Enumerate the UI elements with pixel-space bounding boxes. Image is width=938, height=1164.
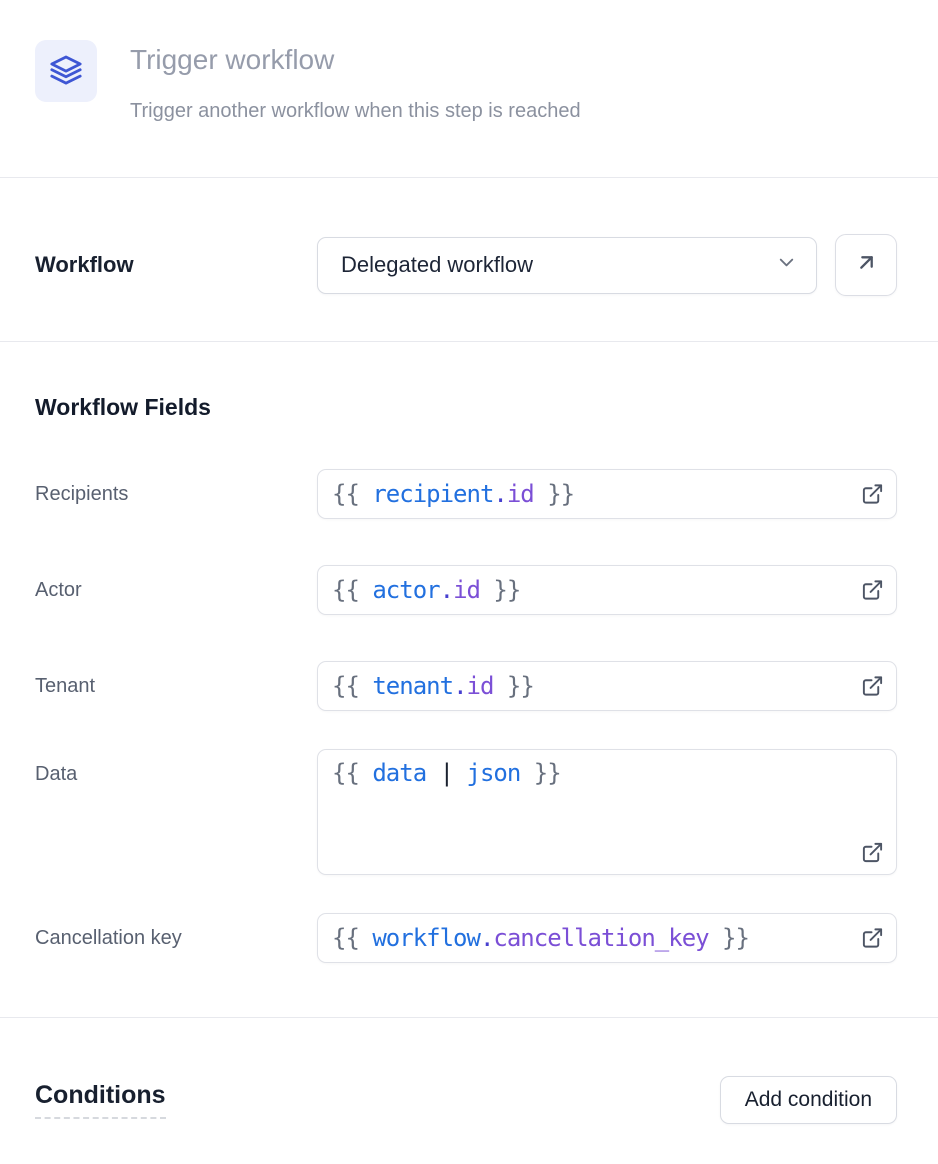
external-link-icon[interactable] [861,841,884,864]
field-row-tenant: Tenant {{ tenant.id }} [35,661,897,711]
workflow-fields-section: Workflow Fields Recipients {{ recipient.… [0,394,938,963]
panel-header: Trigger workflow Trigger another workflo… [0,0,938,123]
external-link-icon[interactable] [861,579,884,602]
header-text: Trigger workflow Trigger another workflo… [130,40,581,123]
field-label: Actor [35,579,317,602]
conditions-section: Conditions Add condition [0,1076,938,1124]
field-template-input[interactable]: {{ actor.id }} [317,565,897,615]
divider [0,1017,938,1018]
field-row-recipients: Recipients {{ recipient.id }} [35,469,897,519]
field-code: {{ recipient.id }} [332,480,574,508]
chevron-down-icon [775,251,798,279]
arrow-up-right-icon [854,250,879,280]
field-template-input[interactable]: {{ workflow.cancellation_key }} [317,913,897,963]
external-link-icon[interactable] [861,675,884,698]
layers-icon [49,52,83,91]
workflow-select-row: Workflow Delegated workflow [0,234,938,296]
open-workflow-button[interactable] [835,234,897,296]
field-row-actor: Actor {{ actor.id }} [35,565,897,615]
page-title: Trigger workflow [130,43,581,77]
external-link-icon[interactable] [861,483,884,506]
field-template-input[interactable]: {{ tenant.id }} [317,661,897,711]
add-condition-button[interactable]: Add condition [720,1076,897,1124]
field-label: Tenant [35,675,317,698]
field-template-input[interactable]: {{ recipient.id }} [317,469,897,519]
field-label: Data [35,749,317,786]
field-code: {{ tenant.id }} [332,672,534,700]
field-row-cancellation-key: Cancellation key {{ workflow.cancellatio… [35,913,897,963]
workflow-select[interactable]: Delegated workflow [317,237,817,294]
workflow-fields-heading: Workflow Fields [35,394,897,421]
field-template-input[interactable]: {{ data | json }} [317,749,897,875]
field-row-data: Data {{ data | json }} [35,749,897,875]
workflow-select-value: Delegated workflow [341,252,533,278]
workflow-fields-rows: Recipients {{ recipient.id }} Actor {{ a… [35,469,897,963]
field-code: {{ data | json }} [332,759,561,787]
divider [0,177,938,178]
field-label: Cancellation key [35,927,317,950]
workflow-label: Workflow [35,252,317,278]
trigger-workflow-panel: Trigger workflow Trigger another workflo… [0,0,938,1164]
field-label: Recipients [35,483,317,506]
step-icon-box [35,40,97,102]
conditions-heading: Conditions [35,1081,166,1119]
divider [0,341,938,342]
field-code: {{ actor.id }} [332,576,520,604]
field-code: {{ workflow.cancellation_key }} [332,924,749,952]
external-link-icon[interactable] [861,927,884,950]
page-subtitle: Trigger another workflow when this step … [130,99,581,123]
